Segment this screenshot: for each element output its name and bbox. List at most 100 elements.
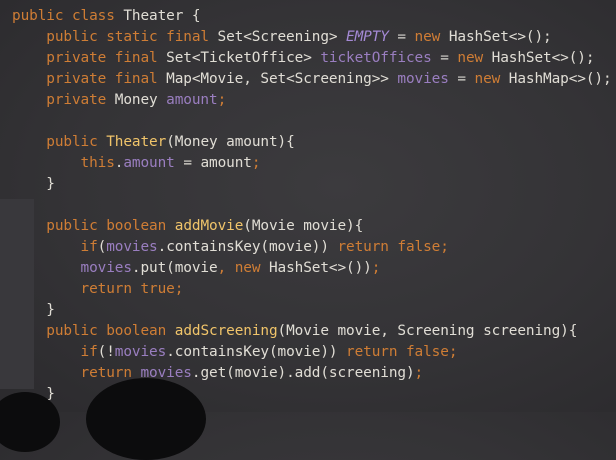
code-line: return true; [12,279,616,300]
code-line: movies.put(movie, new HashSet<>()); [12,258,616,279]
code-token: public [46,134,98,150]
code-token: } [46,176,55,192]
code-token: Set<TicketOffice> [157,50,321,66]
code-token: } [46,302,55,318]
code-token: .containsKey(movie)) [166,344,347,360]
code-editor: public class Theater { public static fin… [0,0,616,412]
code-token: Theater { [114,8,201,24]
code-token: amount [123,155,175,171]
code-token: Map<Movie, Set<Screening>> [157,71,398,87]
code-token: movies [114,344,167,360]
code-token: , [217,260,227,276]
code-token: ; [414,365,424,381]
code-token: public static final [46,29,209,45]
code-token: = [388,29,415,45]
code-token: HashSet<>(); [440,29,552,45]
code-token: ; [174,281,184,297]
code-token: if [80,239,98,255]
code-line: private Money amount; [12,90,616,111]
code-line: if(movies.containsKey(movie)) return fal… [12,237,616,258]
code-token: ; [440,239,449,255]
code-token: (! [97,344,115,360]
code-token: class [71,8,115,24]
code-line: public boolean addMovie(Movie movie){ [12,216,616,237]
code-token: HashSet<>(); [483,50,595,66]
code-token: return false [337,239,441,255]
code-token: public [12,8,64,24]
code-token: private [46,92,107,108]
code-token: Theater [106,134,167,150]
code-token: movies [80,260,132,276]
code-token: return [80,365,132,381]
code-token: .containsKey(movie)) [157,239,338,255]
code-line: public boolean addScreening(Movie movie,… [12,321,616,342]
code-token: new [474,71,501,87]
code-token: EMPTY [346,29,389,45]
code-line: } [12,300,616,321]
code-area[interactable]: public class Theater { public static fin… [12,6,616,405]
code-token: movies [106,239,158,255]
code-line: public static final Set<Screening> EMPTY… [12,27,616,48]
code-line: public class Theater { [12,6,616,27]
code-token: private final [46,50,158,66]
code-token: amount [166,92,218,108]
code-token: ticketOffices [320,50,432,66]
code-token: addScreening [174,323,278,339]
code-line: if(!movies.containsKey(movie)) return fa… [12,342,616,363]
code-token: HashSet<>()) [260,260,372,276]
code-token: ; [217,92,227,108]
code-token: = [431,50,458,66]
code-token: return false [346,344,449,360]
code-line: public Theater(Money amount){ [12,132,616,153]
code-token: ( [97,239,107,255]
code-token: ; [371,260,381,276]
code-line: private final Map<Movie, Set<Screening>>… [12,69,616,90]
code-token: new [414,29,441,45]
code-token: if [80,344,98,360]
code-token: public boolean [46,323,167,339]
code-line: this.amount = amount; [12,153,616,174]
code-line: private final Set<TicketOffice> ticketOf… [12,48,616,69]
code-token: new [457,50,484,66]
code-token: .get(movie).add(screening) [191,365,415,381]
code-token: = [448,71,475,87]
code-token: private final [46,71,158,87]
code-token: addMovie [174,218,244,234]
code-token: = amount [174,155,252,171]
code-token: movies [397,71,449,87]
code-token: (Money amount){ [166,134,295,150]
code-token: public boolean [46,218,167,234]
code-line: } [12,174,616,195]
code-token: return true [80,281,175,297]
code-token: Set<Screening> [208,29,347,45]
code-token: (Movie movie){ [243,218,364,234]
code-token: ; [251,155,261,171]
code-token: this [80,155,115,171]
code-token: ; [448,344,458,360]
audience-head-silhouette [86,378,206,460]
code-token: HashMap<>(); [500,71,612,87]
code-line: return movies.get(movie).add(screening); [12,363,616,384]
code-token: .put(movie [131,260,218,276]
code-token: (Movie movie, Screening screening){ [277,323,578,339]
